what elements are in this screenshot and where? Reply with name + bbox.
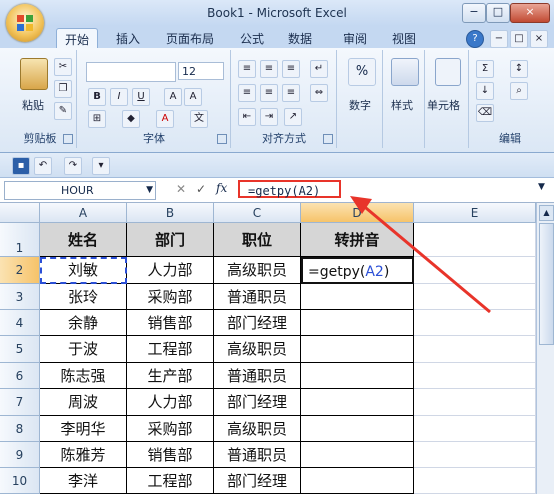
office-logo-icon xyxy=(17,15,33,31)
office-button[interactable] xyxy=(6,4,44,42)
arrow-shaft xyxy=(359,201,491,314)
annotation-arrow xyxy=(350,196,491,314)
